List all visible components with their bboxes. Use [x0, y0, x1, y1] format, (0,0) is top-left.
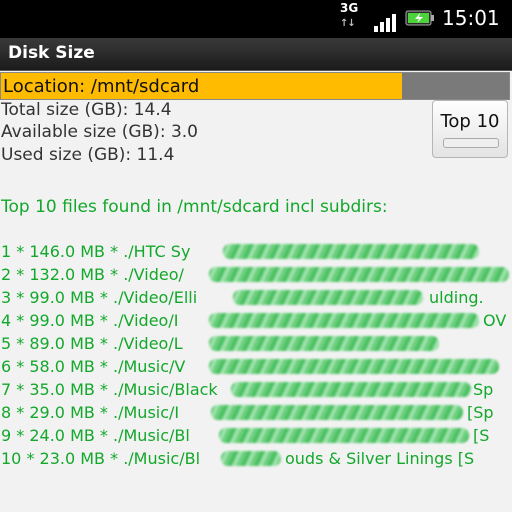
file-entry-text: 9 * 24.0 MB * ./Music/Bl	[1, 426, 190, 445]
file-entry-text: 1 * 146.0 MB * ./HTC Sy	[1, 242, 191, 261]
top10-progress-indicator	[443, 138, 499, 148]
file-entry-text: 3 * 99.0 MB * ./Video/Elli	[1, 288, 198, 307]
clock: 15:01	[442, 6, 500, 30]
network-type-label: 3G	[340, 1, 359, 15]
location-label: Location: /mnt/sdcard	[3, 76, 200, 97]
location-usage-bar: Location: /mnt/sdcard	[0, 72, 510, 100]
file-entry-tail: [S	[473, 426, 490, 445]
total-size-text: Total size (GB): 14.4	[1, 100, 172, 120]
redaction-scribble	[223, 244, 479, 259]
file-entry-text: 10 * 23.0 MB * ./Music/Bl	[1, 449, 201, 468]
list-item: 1 * 146.0 MB * ./HTC Sy	[1, 240, 512, 263]
file-entry-text: 7 * 35.0 MB * ./Music/Black	[1, 380, 218, 399]
list-item: 2 * 132.0 MB * ./Video/	[1, 263, 512, 286]
redaction-scribble	[209, 267, 509, 282]
redaction-scribble	[219, 428, 469, 443]
file-entry-text: 4 * 99.0 MB * ./Video/I	[1, 311, 179, 330]
results-header: Top 10 files found in /mnt/sdcard incl s…	[1, 197, 388, 217]
redaction-scribble	[221, 451, 281, 466]
file-entry-tail: ouds & Silver Linings [S	[285, 449, 475, 468]
redaction-scribble	[209, 359, 499, 374]
list-item: 10 * 23.0 MB * ./Music/Bl ouds & Silver …	[1, 447, 512, 470]
file-entry-tail: [Sp	[467, 403, 494, 422]
list-item: 3 * 99.0 MB * ./Video/Elli ulding.	[1, 286, 512, 309]
available-size-text: Available size (GB): 3.0	[1, 122, 198, 142]
top10-button[interactable]: Top 10	[432, 100, 508, 158]
data-activity-icon: ↑↓	[340, 18, 356, 29]
redaction-scribble	[209, 313, 479, 328]
status-bar: 3G ↑↓ 15:01	[0, 0, 512, 38]
file-entry-tail: Sp	[473, 380, 494, 399]
used-size-text: Used size (GB): 11.4	[1, 145, 175, 165]
file-entry-tail: ulding.	[429, 288, 484, 307]
file-entry-text: 2 * 132.0 MB * ./Video/	[1, 265, 184, 284]
file-list: 1 * 146.0 MB * ./HTC Sy 2 * 132.0 MB * .…	[1, 240, 512, 472]
app-title: Disk Size	[8, 43, 95, 63]
file-entry-text: 8 * 29.0 MB * ./Music/I	[1, 403, 180, 422]
redaction-scribble	[211, 405, 463, 420]
list-item: 6 * 58.0 MB * ./Music/V	[1, 355, 512, 378]
list-item: 8 * 29.0 MB * ./Music/I [Sp	[1, 401, 512, 424]
file-entry-text: 5 * 89.0 MB * ./Video/L	[1, 334, 183, 353]
battery-charging-icon	[405, 10, 434, 26]
list-item: 7 * 35.0 MB * ./Music/Black Sp	[1, 378, 512, 401]
app-title-bar: Disk Size	[0, 38, 512, 71]
redaction-scribble	[209, 336, 439, 351]
top10-button-label: Top 10	[440, 111, 500, 132]
file-entry-tail: OV	[483, 311, 507, 330]
network-indicator: 3G ↑↓	[340, 2, 366, 36]
redaction-scribble	[233, 290, 423, 305]
redaction-scribble	[231, 382, 471, 397]
signal-icon	[374, 14, 396, 32]
file-entry-text: 6 * 58.0 MB * ./Music/V	[1, 357, 186, 376]
list-item: 4 * 99.0 MB * ./Video/I OV	[1, 309, 512, 332]
list-item: 9 * 24.0 MB * ./Music/Bl [S	[1, 424, 512, 447]
list-item: 5 * 89.0 MB * ./Video/L	[1, 332, 512, 355]
